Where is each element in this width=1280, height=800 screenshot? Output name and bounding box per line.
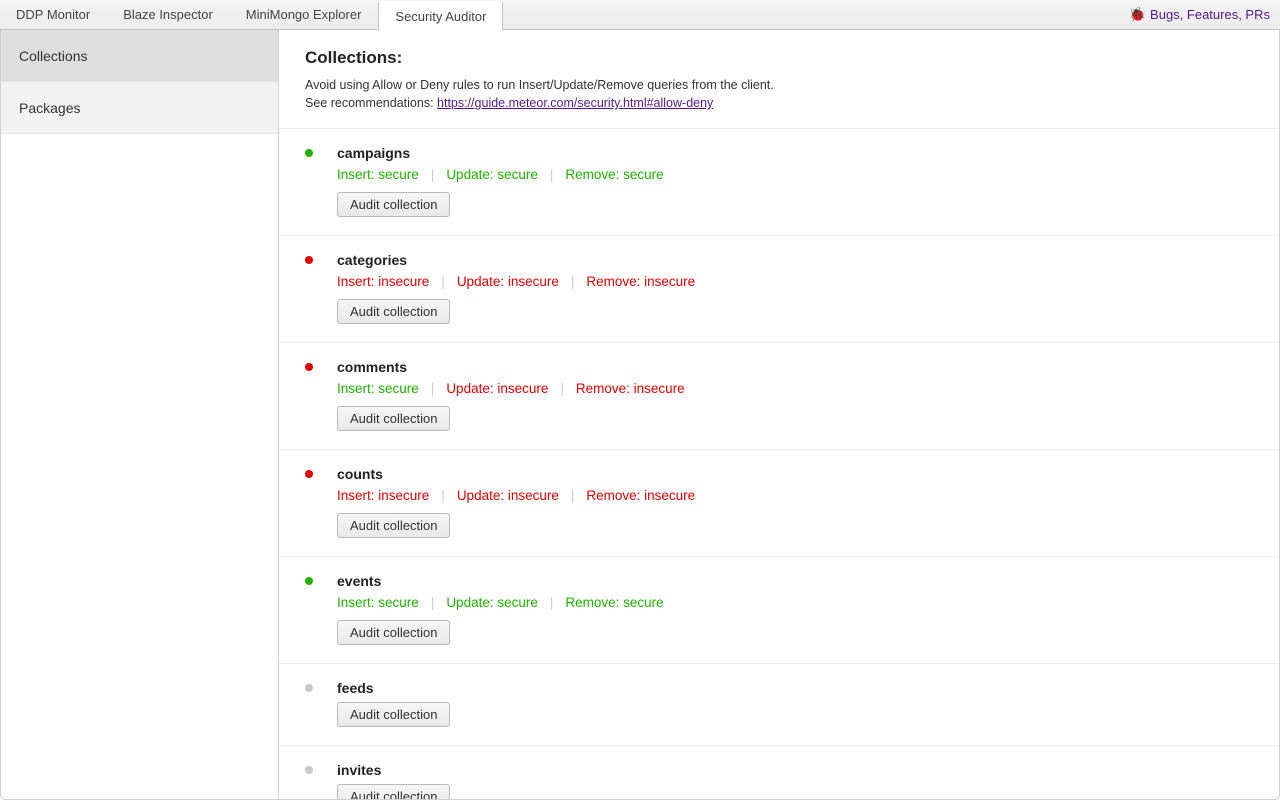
main-panel: Collections: Avoid using Allow or Deny r… bbox=[279, 30, 1279, 799]
collection-status-line: Insert: secure|Update: secure|Remove: se… bbox=[337, 167, 1253, 182]
status-dot-icon bbox=[305, 256, 313, 264]
status-separator: | bbox=[441, 274, 457, 289]
collection-row: campaignsInsert: secure|Update: secure|R… bbox=[279, 129, 1279, 236]
collection-insert-status: Insert: insecure bbox=[337, 488, 441, 503]
security-guide-link[interactable]: https://guide.meteor.com/security.html#a… bbox=[437, 96, 713, 110]
status-dot-icon bbox=[305, 766, 313, 774]
top-right-link-area: 🐞 Bugs, Features, PRs bbox=[1129, 0, 1280, 29]
collection-row: eventsInsert: secure|Update: secure|Remo… bbox=[279, 557, 1279, 664]
collection-update-status: Update: secure bbox=[446, 595, 550, 610]
audit-collection-button[interactable]: Audit collection bbox=[337, 702, 450, 727]
collection-update-status: Update: secure bbox=[446, 167, 550, 182]
status-dot-icon bbox=[305, 363, 313, 371]
status-separator: | bbox=[571, 488, 587, 503]
collection-name: categories bbox=[337, 252, 1253, 268]
audit-collection-button[interactable]: Audit collection bbox=[337, 513, 450, 538]
status-separator: | bbox=[431, 167, 447, 182]
audit-collection-button[interactable]: Audit collection bbox=[337, 192, 450, 217]
collection-row: invites Audit collection bbox=[279, 746, 1279, 799]
bugs-features-link[interactable]: Bugs, Features, PRs bbox=[1150, 7, 1270, 22]
status-separator: | bbox=[431, 595, 447, 610]
collection-status-line: Insert: secure|Update: insecure|Remove: … bbox=[337, 381, 1253, 396]
collection-remove-status: Remove: insecure bbox=[576, 381, 697, 396]
collection-row: commentsInsert: secure|Update: insecure|… bbox=[279, 343, 1279, 450]
collection-row: feeds Audit collection bbox=[279, 664, 1279, 746]
status-separator: | bbox=[571, 274, 587, 289]
collection-row: categoriesInsert: insecure|Update: insec… bbox=[279, 236, 1279, 343]
status-separator: | bbox=[431, 381, 447, 396]
page-header: Collections: Avoid using Allow or Deny r… bbox=[279, 30, 1279, 129]
collection-update-status: Update: insecure bbox=[457, 274, 571, 289]
status-separator: | bbox=[550, 167, 566, 182]
audit-collection-button[interactable]: Audit collection bbox=[337, 406, 450, 431]
bug-icon: 🐞 bbox=[1129, 6, 1146, 23]
collection-name: campaigns bbox=[337, 145, 1253, 161]
top-tab-bar: DDP MonitorBlaze InspectorMiniMongo Expl… bbox=[0, 0, 1280, 30]
collection-insert-status: Insert: insecure bbox=[337, 274, 441, 289]
tab-blaze-inspector[interactable]: Blaze Inspector bbox=[107, 0, 230, 29]
collection-name: events bbox=[337, 573, 1253, 589]
status-separator: | bbox=[441, 488, 457, 503]
audit-collection-button[interactable]: Audit collection bbox=[337, 784, 450, 799]
status-dot-icon bbox=[305, 577, 313, 585]
collection-update-status: Update: insecure bbox=[446, 381, 560, 396]
page-description-line2: See recommendations: https://guide.meteo… bbox=[305, 96, 1253, 110]
status-dot-icon bbox=[305, 149, 313, 157]
app-frame: CollectionsPackages Collections: Avoid u… bbox=[0, 30, 1280, 800]
collection-name: feeds bbox=[337, 680, 1253, 696]
status-dot-icon bbox=[305, 684, 313, 692]
sidebar-item-collections[interactable]: Collections bbox=[1, 30, 278, 82]
audit-collection-button[interactable]: Audit collection bbox=[337, 299, 450, 324]
status-separator: | bbox=[550, 595, 566, 610]
collection-status-line: Insert: secure|Update: secure|Remove: se… bbox=[337, 595, 1253, 610]
collection-insert-status: Insert: secure bbox=[337, 167, 431, 182]
collection-insert-status: Insert: secure bbox=[337, 595, 431, 610]
collection-name: invites bbox=[337, 762, 1253, 778]
page-description-prefix: See recommendations: bbox=[305, 96, 437, 110]
sidebar-item-packages[interactable]: Packages bbox=[1, 82, 278, 134]
collection-insert-status: Insert: secure bbox=[337, 381, 431, 396]
tab-minimongo-explorer[interactable]: MiniMongo Explorer bbox=[230, 0, 379, 29]
collection-name: counts bbox=[337, 466, 1253, 482]
collection-status-line: Insert: insecure|Update: insecure|Remove… bbox=[337, 274, 1253, 289]
collection-remove-status: Remove: insecure bbox=[586, 488, 707, 503]
collection-name: comments bbox=[337, 359, 1253, 375]
collection-remove-status: Remove: secure bbox=[565, 595, 675, 610]
collection-remove-status: Remove: insecure bbox=[586, 274, 707, 289]
collection-row: countsInsert: insecure|Update: insecure|… bbox=[279, 450, 1279, 557]
collection-remove-status: Remove: secure bbox=[565, 167, 675, 182]
collection-update-status: Update: insecure bbox=[457, 488, 571, 503]
page-title: Collections: bbox=[305, 48, 1253, 68]
status-dot-icon bbox=[305, 470, 313, 478]
collection-status-line: Insert: insecure|Update: insecure|Remove… bbox=[337, 488, 1253, 503]
tab-ddp-monitor[interactable]: DDP Monitor bbox=[0, 0, 107, 29]
tab-security-auditor[interactable]: Security Auditor bbox=[378, 1, 503, 31]
page-description-line1: Avoid using Allow or Deny rules to run I… bbox=[305, 78, 1253, 92]
audit-collection-button[interactable]: Audit collection bbox=[337, 620, 450, 645]
status-separator: | bbox=[560, 381, 576, 396]
sidebar: CollectionsPackages bbox=[1, 30, 279, 799]
